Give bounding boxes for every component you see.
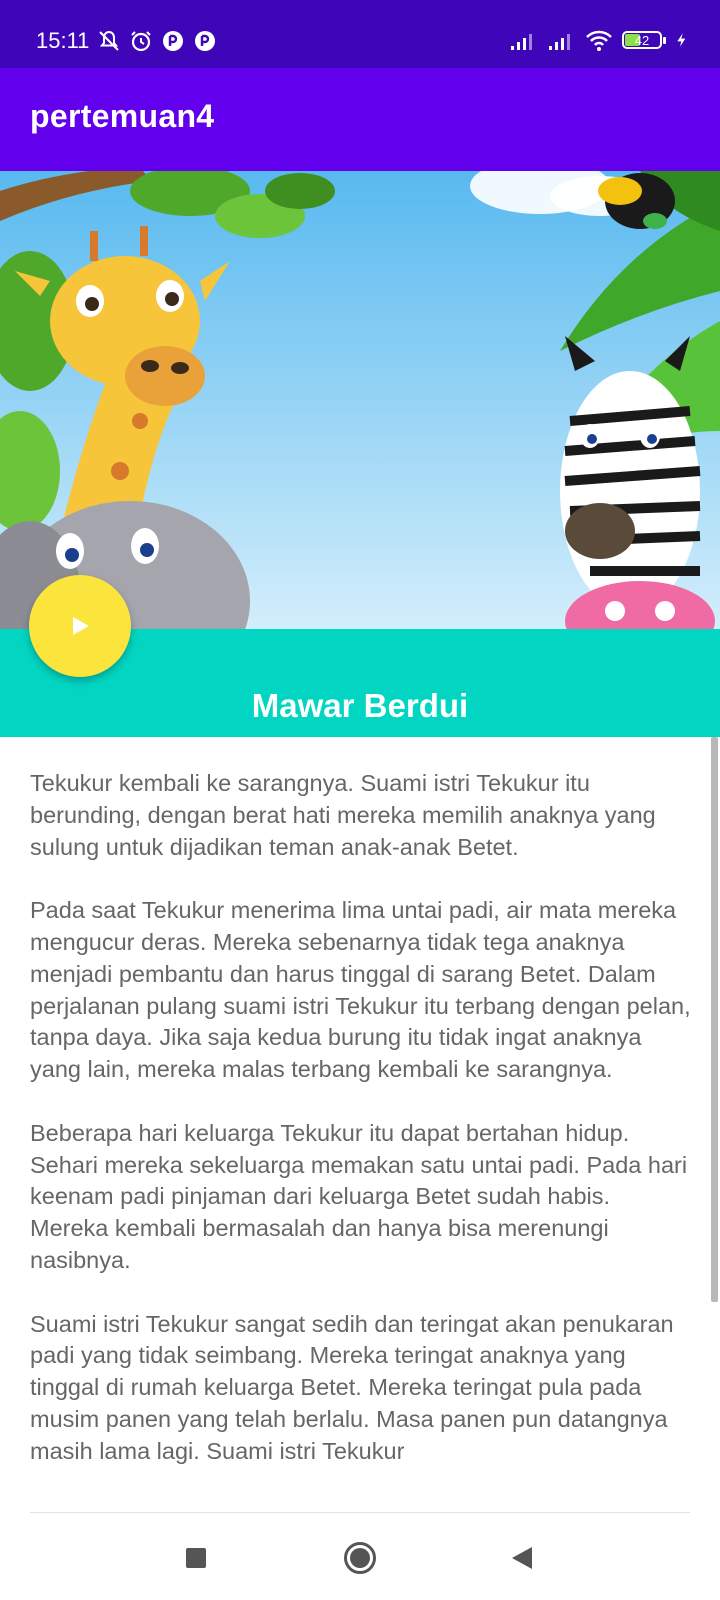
story-paragraph: Tekukur kembali ke sarangnya. Suami istr…	[30, 770, 656, 860]
battery-icon: 42	[622, 31, 666, 49]
charging-icon	[677, 33, 686, 47]
wifi-icon	[586, 30, 612, 51]
recents-icon	[186, 1548, 206, 1568]
home-button[interactable]	[337, 1535, 383, 1581]
app-icon-2	[195, 31, 216, 51]
jungle-animals-illustration	[0, 171, 720, 629]
hero-image	[0, 171, 720, 629]
status-right: 42	[508, 28, 690, 52]
play-button[interactable]	[29, 575, 131, 677]
home-icon	[344, 1542, 376, 1574]
story-paragraph: Pada saat Tekukur menerima lima untai pa…	[30, 897, 691, 1083]
app-title: pertemuan4	[30, 98, 215, 134]
play-icon	[73, 617, 89, 635]
signal-2-icon	[549, 34, 570, 50]
status-bar: 15:11 42	[0, 0, 720, 68]
back-icon	[512, 1547, 532, 1569]
song-title: Mawar Berdui	[251, 687, 469, 724]
story-paragraph: Beberapa hari keluarga Tekukur itu dapat…	[30, 1119, 688, 1273]
back-button[interactable]	[499, 1535, 545, 1581]
recents-button[interactable]	[173, 1535, 219, 1581]
app-icon-1	[163, 31, 184, 51]
alarm-icon	[131, 31, 152, 52]
story-paragraph: Suami istri Tekukur sangat sedih dan ter…	[30, 1310, 674, 1464]
notifications-off-icon	[99, 30, 120, 51]
signal-1-icon	[511, 34, 532, 50]
app-bar: pertemuan4	[0, 68, 720, 171]
scrollbar[interactable]	[711, 737, 718, 1512]
navigation-bar	[0, 1513, 720, 1600]
scrollbar-thumb[interactable]	[711, 737, 718, 1302]
story-text: Tekukur kembali ke sarangnya. Suami istr…	[30, 768, 692, 1512]
status-time: 15:11	[36, 28, 90, 53]
status-left: 15:11	[36, 28, 217, 54]
